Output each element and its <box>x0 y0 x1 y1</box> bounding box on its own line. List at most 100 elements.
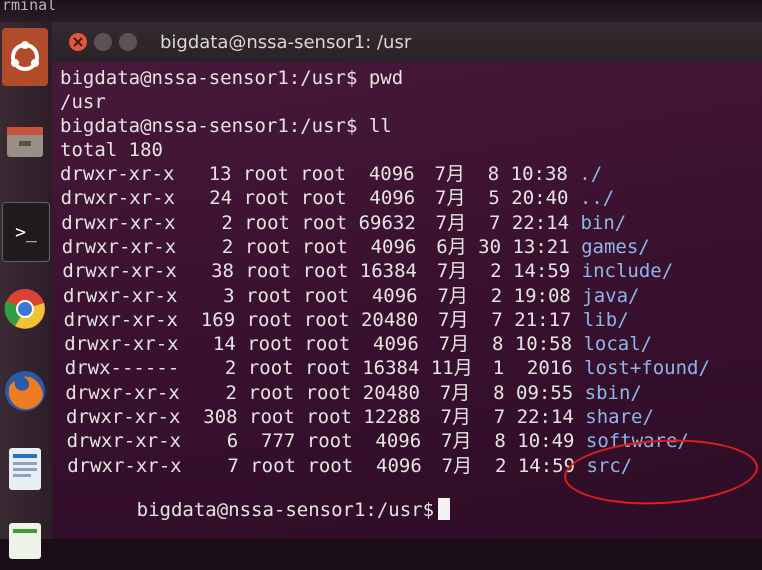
ls-month: 7月 <box>436 260 468 283</box>
maximize-button[interactable] <box>119 33 137 51</box>
window-title: bigdata@nssa-sensor1: /usr <box>160 32 412 53</box>
ls-perm: drwxr-xr-x <box>61 235 177 258</box>
prompt-line: bigdata@nssa-sensor1:/usr$ <box>68 474 451 521</box>
ls-month: 11月 <box>430 357 473 380</box>
ls-time: 22:14 <box>516 406 574 428</box>
ls-month: 7月 <box>441 430 472 453</box>
ls-row: drwxr-xr-x 38 root root 16384 7月 2 14:59 include… <box>62 259 673 283</box>
ls-size: 4096 <box>371 284 418 307</box>
close-icon <box>73 37 83 47</box>
ls-month: 7月 <box>438 308 469 331</box>
ls-time: 22:14 <box>511 211 570 234</box>
ls-group: root <box>306 406 352 428</box>
ls-time: 20:40 <box>511 187 569 210</box>
ls-day: 8 <box>491 333 504 356</box>
chrome-icon[interactable] <box>2 280 48 338</box>
launcher: >_ <box>0 22 53 559</box>
ls-links: 2 <box>221 211 233 234</box>
ls-time: 2016 <box>526 357 573 380</box>
ls-day: 30 <box>478 235 502 258</box>
ls-group: root <box>300 163 346 185</box>
ls-month: 7月 <box>435 211 467 234</box>
ls-group: root <box>304 333 351 356</box>
ls-month: 6月 <box>436 235 467 258</box>
output-line: /usr <box>60 91 106 113</box>
ls-row: drwxr-xr-x 24 root root 4096 7月 5 20:40 ../ <box>61 186 615 210</box>
ls-size: 16384 <box>359 260 417 283</box>
ls-owner: root <box>243 187 290 210</box>
ls-name: bin/ <box>580 211 627 234</box>
spreadsheet-icon[interactable] <box>2 512 48 570</box>
document-viewer-icon[interactable] <box>2 440 48 498</box>
ls-month: 7月 <box>434 163 465 185</box>
ls-perm: drwx------ <box>64 357 180 380</box>
ls-owner: root <box>244 235 291 258</box>
ls-time: 19:08 <box>513 284 571 307</box>
close-button[interactable] <box>69 33 87 51</box>
terminal-window: bigdata@nssa-sensor1: /usr bigdata@nssa-… <box>52 22 762 539</box>
ls-name: games/ <box>581 235 650 258</box>
ls-day: 8 <box>487 163 500 185</box>
ls-day: 2 <box>494 454 507 477</box>
ls-owner: root <box>243 163 289 185</box>
ls-row: drwxr-xr-x 14 root root 4096 7月 8 10:58 local/ <box>64 332 652 356</box>
ls-name: ../ <box>579 187 615 210</box>
files-icon[interactable] <box>2 112 48 170</box>
text-cursor <box>438 498 451 520</box>
ls-group: root <box>306 430 353 453</box>
final-prompt: bigdata@nssa-sensor1:/usr$ <box>136 499 435 521</box>
ls-month: 7月 <box>439 381 471 404</box>
ls-name: sbin/ <box>584 381 642 404</box>
ls-size: 4096 <box>375 430 422 453</box>
ls-links: 24 <box>209 187 233 210</box>
ls-links: 2 <box>225 381 237 404</box>
ls-day: 2 <box>490 260 502 283</box>
ls-group: root <box>300 187 347 210</box>
ls-links: 6 <box>226 430 239 453</box>
ls-group: root <box>303 308 350 331</box>
ls-size: 12288 <box>363 406 421 428</box>
terminal-screen[interactable]: bigdata@nssa-sensor1:/usr$ pwd /usr bigd… <box>52 62 762 539</box>
ls-row: drwx------ 2 root root 16384 11月 1 2016 lost+fou… <box>65 356 710 380</box>
ls-day: 7 <box>491 308 503 331</box>
ls-month: 7月 <box>438 333 470 356</box>
ls-month: 7月 <box>437 284 468 307</box>
ls-time: 21:17 <box>514 308 572 331</box>
ls-size: 20480 <box>360 308 419 331</box>
firefox-icon[interactable] <box>2 362 48 420</box>
ls-perm: drwxr-xr-x <box>65 381 180 404</box>
ls-time: 13:21 <box>512 235 570 258</box>
ls-day: 2 <box>490 284 503 307</box>
ls-perm: drwxr-xr-x <box>63 308 178 331</box>
ls-size: 4096 <box>373 333 419 356</box>
minimize-button[interactable] <box>94 33 112 51</box>
ls-time: 10:38 <box>510 163 568 185</box>
ls-row: drwxr-xr-x 2 root root 69632 7月 7 22:14 bin/ <box>61 211 626 235</box>
ls-size: 4096 <box>370 235 417 258</box>
ls-links: 2 <box>224 357 237 380</box>
ls-links: 2 <box>221 235 234 258</box>
ls-size: 16384 <box>362 357 420 380</box>
ls-size: 4096 <box>369 187 416 210</box>
ls-row: drwxr-xr-x 2 root root 4096 6月 30 13:21 games/ <box>62 235 650 259</box>
ls-row: drwxr-xr-x 3 root root 4096 7月 2 19:08 java/ <box>63 284 639 308</box>
ls-size: 20480 <box>362 381 420 404</box>
ls-links: 14 <box>212 333 236 356</box>
ls-perm: drwxr-xr-x <box>63 284 178 307</box>
ls-month: 7月 <box>440 406 471 428</box>
ls-perm: drwxr-xr-x <box>66 430 181 453</box>
ls-row: drwxr-xr-x 6 777 root 4096 7月 8 10:49 software/ <box>67 429 689 453</box>
ls-owner: root <box>247 333 293 356</box>
command-line: bigdata@nssa-sensor1:/usr$ ll <box>60 115 392 137</box>
ls-owner: root <box>246 308 293 331</box>
ls-perm: drwxr-xr-x <box>60 187 175 210</box>
ls-links: 38 <box>211 260 234 283</box>
ls-owner: root <box>247 357 294 380</box>
ubuntu-dash-icon[interactable] <box>2 28 48 86</box>
ls-row: drwxr-xr-x 169 root root 20480 7月 7 21:17 lib/ <box>64 308 629 332</box>
ls-month: 7月 <box>435 187 466 210</box>
ls-row: drwxr-xr-x 13 root root 4096 7月 8 10:38 ./ <box>60 162 602 186</box>
total-line: total 180 <box>60 139 163 161</box>
ls-day: 1 <box>492 357 505 380</box>
terminal-icon[interactable]: >_ <box>2 202 50 262</box>
